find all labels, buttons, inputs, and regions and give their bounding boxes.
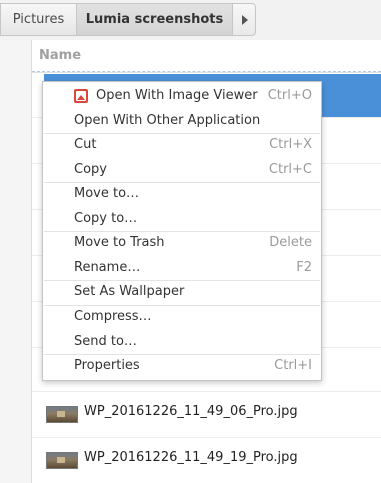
menu-item-shortcut: Ctrl+O xyxy=(267,88,312,103)
menu-item-label: Properties xyxy=(74,358,140,373)
menu-item-label: Move to… xyxy=(74,186,140,201)
menu-item-label: Rename… xyxy=(74,260,141,275)
image-thumbnail-icon xyxy=(46,406,78,423)
menu-item-copy-to[interactable]: Copy to… xyxy=(43,207,321,231)
breadcrumb-lumia-screenshots[interactable]: Lumia screenshots xyxy=(76,3,232,36)
drop-target-indicator xyxy=(32,71,381,72)
menu-item-send-to[interactable]: Send to… xyxy=(43,330,321,354)
menu-item-shortcut: Ctrl+C xyxy=(268,162,312,177)
file-name: WP_20161226_11_49_19_Pro.jpg xyxy=(84,450,298,465)
name-column-label: Name xyxy=(39,48,82,63)
path-bar: Pictures Lumia screenshots xyxy=(0,0,381,40)
menu-item-open-with-image-viewer[interactable]: Open With Image Viewer Ctrl+O xyxy=(43,84,321,108)
menu-item-shortcut: Delete xyxy=(269,235,312,250)
menu-item-shortcut: Ctrl+I xyxy=(274,358,312,373)
context-menu: Open With Image Viewer Ctrl+O Open With … xyxy=(42,81,322,381)
breadcrumb-pictures[interactable]: Pictures xyxy=(0,3,76,36)
menu-item-label: Send to… xyxy=(74,334,137,349)
file-row[interactable]: WP_20161226_11_49_19_Pro.jpg xyxy=(32,437,381,483)
menu-item-move-to-trash[interactable]: Move to Trash Delete xyxy=(43,231,321,255)
menu-item-label: Set As Wallpaper xyxy=(74,284,185,299)
menu-item-shortcut: Ctrl+X xyxy=(269,137,312,152)
menu-item-label: Open With Image Viewer xyxy=(96,88,258,103)
menu-item-label: Copy to… xyxy=(74,211,138,226)
menu-item-rename[interactable]: Rename… F2 xyxy=(43,256,321,280)
menu-item-set-as-wallpaper[interactable]: Set As Wallpaper xyxy=(43,280,321,304)
name-column-header[interactable]: Name xyxy=(32,40,381,73)
image-viewer-icon xyxy=(74,89,88,103)
menu-item-open-with-other-application[interactable]: Open With Other Application xyxy=(43,109,321,133)
menu-item-compress[interactable]: Compress… xyxy=(43,305,321,329)
image-thumbnail-icon xyxy=(46,452,78,469)
chevron-right-icon xyxy=(242,15,248,25)
menu-item-label: Open With Other Application xyxy=(74,113,261,128)
menu-item-cut[interactable]: Cut Ctrl+X xyxy=(43,133,321,157)
menu-item-label: Cut xyxy=(74,137,97,152)
file-name: WP_20161226_11_49_06_Pro.jpg xyxy=(84,404,298,419)
menu-item-move-to[interactable]: Move to… xyxy=(43,182,321,206)
menu-item-properties[interactable]: Properties Ctrl+I xyxy=(43,354,321,378)
file-row[interactable]: WP_20161226_11_49_06_Pro.jpg xyxy=(32,391,381,437)
menu-item-copy[interactable]: Copy Ctrl+C xyxy=(43,158,321,182)
menu-item-label: Compress… xyxy=(74,309,152,324)
menu-item-shortcut: F2 xyxy=(296,260,312,275)
sidebar xyxy=(0,40,32,483)
menu-item-label: Move to Trash xyxy=(74,235,165,250)
menu-item-label: Copy xyxy=(74,162,107,177)
breadcrumb-forward-button[interactable] xyxy=(232,3,256,36)
